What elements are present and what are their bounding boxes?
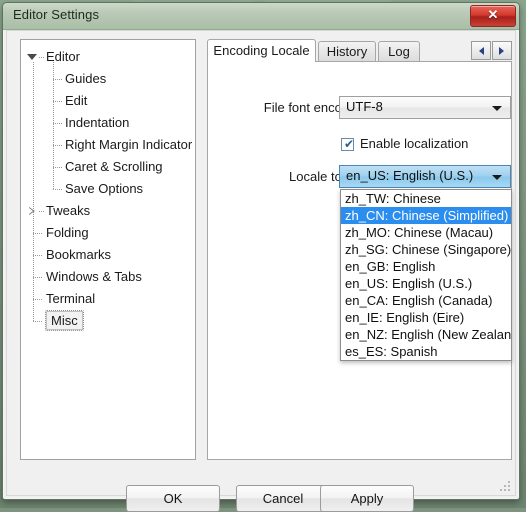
grip-dot	[504, 485, 506, 487]
tree-item-label: Tweaks	[46, 203, 90, 218]
tree-connector	[33, 299, 43, 300]
resize-grip[interactable]	[500, 481, 512, 493]
tab-label: Log	[388, 44, 410, 59]
tree-item-folding[interactable]: Folding	[21, 222, 195, 244]
grip-dot	[500, 489, 502, 491]
grip-dot	[508, 481, 510, 483]
tree-connector	[53, 145, 63, 146]
dropdown-option[interactable]: en_NZ: English (New Zealand)	[341, 326, 511, 343]
checkmark-icon: ✔	[344, 138, 354, 151]
tab-scroll-left-button[interactable]	[471, 41, 491, 60]
dropdown-option[interactable]: es_ES: Spanish	[341, 343, 511, 360]
tab-encoding-locale[interactable]: Encoding Locale	[207, 39, 316, 62]
tree-connector	[33, 255, 43, 256]
file-font-encoding-combobox[interactable]: UTF-8	[339, 96, 511, 119]
tree-item-edit[interactable]: Edit	[21, 90, 195, 112]
tree-item-label: Terminal	[46, 291, 95, 306]
tree-item-save-options[interactable]: Save Options	[21, 178, 195, 200]
tree-item-bookmarks[interactable]: Bookmarks	[21, 244, 195, 266]
chevron-down-icon	[492, 106, 502, 111]
tree-connector	[39, 57, 45, 58]
tree-item-tweaks[interactable]: Tweaks	[21, 200, 195, 222]
tree-item-terminal[interactable]: Terminal	[21, 288, 195, 310]
window-title: Editor Settings	[13, 7, 99, 22]
tree-item-misc[interactable]: Misc	[21, 310, 195, 332]
tree-connector	[53, 79, 63, 80]
dropdown-option[interactable]: en_CA: English (Canada)	[341, 292, 511, 309]
enable-localization-label[interactable]: Enable localization	[360, 136, 468, 151]
locale-to-use-combobox[interactable]: en_US: English (U.S.)	[339, 165, 511, 188]
tree-item-label: Caret & Scrolling	[65, 159, 163, 174]
tab-history[interactable]: History	[318, 41, 376, 61]
tree-item-label: Folding	[46, 225, 89, 240]
tree-connector	[53, 101, 63, 102]
tree-connector	[53, 189, 63, 190]
tree-item-label: Guides	[65, 71, 106, 86]
dropdown-option[interactable]: zh_MO: Chinese (Macau)	[341, 224, 511, 241]
file-font-encoding-value: UTF-8	[346, 99, 383, 114]
editor-settings-dialog: Editor Settings ✕ Editor Guides Edit Indent…	[2, 2, 520, 500]
grip-dot	[508, 485, 510, 487]
chevron-left-icon	[479, 47, 484, 55]
title-bar[interactable]: Editor Settings ✕	[3, 3, 519, 30]
grip-dot	[504, 489, 506, 491]
tree-connector	[39, 211, 45, 212]
dropdown-option[interactable]: zh_SG: Chinese (Singapore)	[341, 241, 511, 258]
tree-item-right-margin-indicator[interactable]: Right Margin Indicator	[21, 134, 195, 156]
close-icon: ✕	[471, 7, 515, 23]
tree-item-windows-tabs[interactable]: Windows & Tabs	[21, 266, 195, 288]
tab-label: History	[327, 44, 367, 59]
enable-localization-checkbox[interactable]: ✔	[341, 138, 354, 151]
dropdown-option[interactable]: en_GB: English	[341, 258, 511, 275]
tree-item-indentation[interactable]: Indentation	[21, 112, 195, 134]
dialog-client-area: Editor Guides Edit Indentation Right Margin …	[6, 30, 516, 496]
tree-item-label: Misc	[46, 311, 83, 330]
tree-connector	[53, 167, 63, 168]
tab-scroll-buttons	[471, 41, 512, 60]
close-button[interactable]: ✕	[470, 5, 516, 27]
tree-connector	[33, 321, 43, 322]
settings-category-tree[interactable]: Editor Guides Edit Indentation Right Margin …	[20, 39, 196, 460]
tree-item-caret-scrolling[interactable]: Caret & Scrolling	[21, 156, 195, 178]
grip-dot	[508, 489, 510, 491]
locale-to-use-value: en_US: English (U.S.)	[346, 168, 473, 183]
tab-strip: Encoding Locale History Log	[207, 39, 512, 61]
chevron-down-icon	[492, 175, 502, 180]
tree-connector	[53, 123, 63, 124]
tree-item-editor[interactable]: Editor	[21, 46, 195, 68]
tree-item-label: Windows & Tabs	[46, 269, 142, 284]
expand-arrow-closed-icon[interactable]	[29, 207, 35, 215]
locale-dropdown-list[interactable]: zh_TW: Chinesezh_CN: Chinese (Simplified…	[340, 189, 512, 361]
dropdown-option[interactable]: zh_CN: Chinese (Simplified)	[341, 207, 511, 224]
tree-item-label: Right Margin Indicator	[65, 137, 192, 152]
tab-scroll-right-button[interactable]	[492, 41, 512, 60]
expand-arrow-open-icon[interactable]	[27, 54, 37, 60]
tab-log[interactable]: Log	[378, 41, 420, 61]
dropdown-option[interactable]: en_US: English (U.S.)	[341, 275, 511, 292]
tree-item-label: Bookmarks	[46, 247, 111, 262]
chevron-right-icon	[499, 47, 504, 55]
tree-item-label: Indentation	[65, 115, 129, 130]
tree-item-guides[interactable]: Guides	[21, 68, 195, 90]
tree-item-label: Editor	[46, 49, 80, 64]
tab-label: Encoding Locale	[213, 43, 309, 58]
tree-connector	[33, 233, 43, 234]
tree-connector	[33, 277, 43, 278]
dropdown-option[interactable]: en_IE: English (Eire)	[341, 309, 511, 326]
dropdown-option[interactable]: zh_TW: Chinese	[341, 190, 511, 207]
tree-item-label: Save Options	[65, 181, 143, 196]
tree-item-label: Edit	[65, 93, 87, 108]
